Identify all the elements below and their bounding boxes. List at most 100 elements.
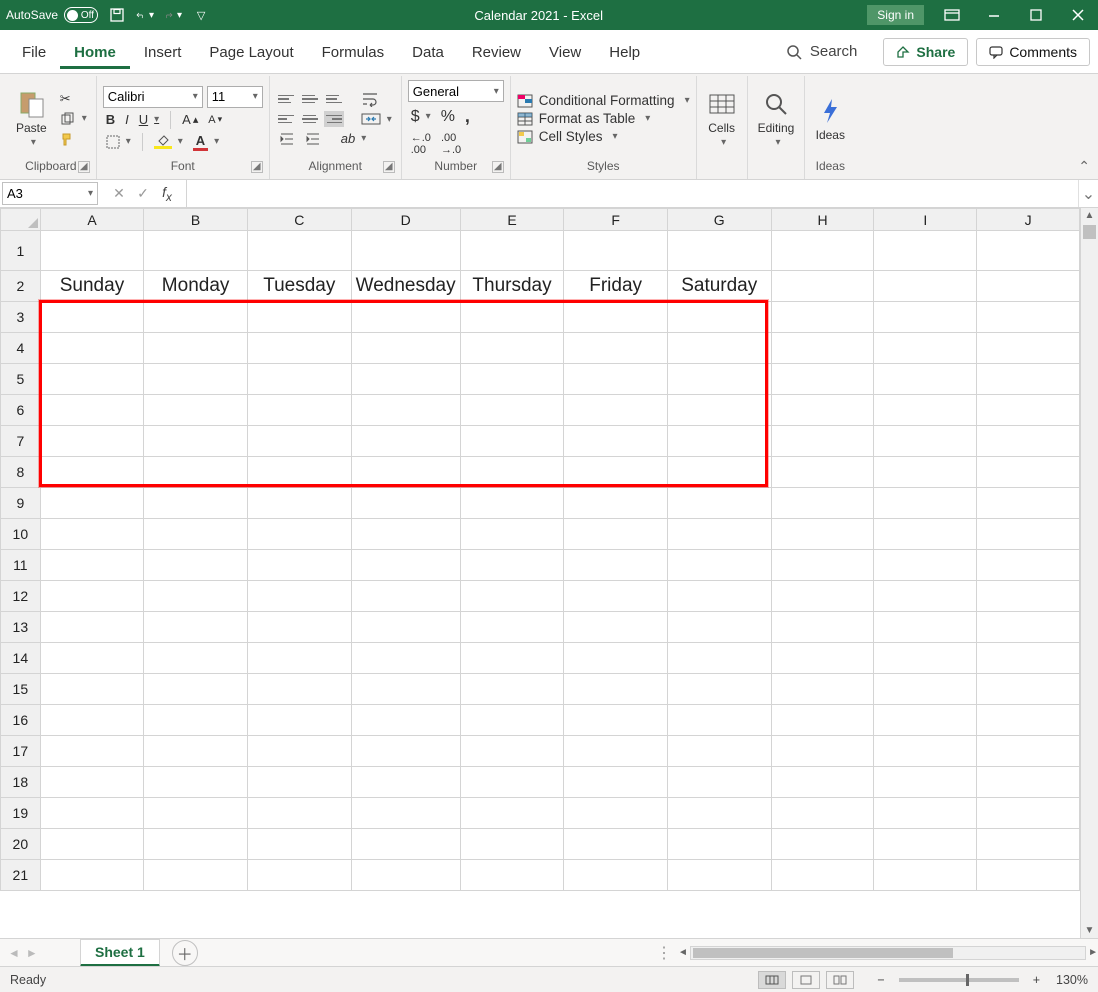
cell[interactable] [771,612,874,643]
cell[interactable] [771,271,874,302]
cell[interactable] [977,488,1080,519]
cell[interactable] [874,271,977,302]
cell[interactable] [351,829,460,860]
copy-button[interactable]: ▾ [57,111,90,127]
sign-in-button[interactable]: Sign in [867,5,924,25]
cell[interactable] [977,674,1080,705]
column-header[interactable]: B [144,209,248,231]
cell[interactable] [564,860,667,891]
cell[interactable] [564,581,667,612]
cell[interactable] [144,829,248,860]
cell[interactable] [460,860,564,891]
cell[interactable] [771,860,874,891]
cell[interactable] [564,643,667,674]
cell[interactable] [351,231,460,271]
cell[interactable] [874,643,977,674]
cell[interactable] [564,395,667,426]
format-painter-button[interactable] [57,130,90,148]
merge-center-button[interactable]: ▾ [358,111,395,127]
cell[interactable] [351,457,460,488]
cell[interactable] [144,674,248,705]
cell[interactable] [144,231,248,271]
cell[interactable] [771,767,874,798]
worksheet-grid[interactable]: ABCDEFGHIJ12SundayMondayTuesdayWednesday… [0,208,1080,891]
cell[interactable] [144,550,248,581]
cell[interactable] [977,364,1080,395]
cell[interactable] [40,231,144,271]
cell[interactable] [247,581,351,612]
row-header[interactable]: 1 [1,231,41,271]
cell[interactable] [40,829,144,860]
cell[interactable] [247,829,351,860]
row-header[interactable]: 16 [1,705,41,736]
cell[interactable] [460,302,564,333]
cell[interactable] [874,488,977,519]
increase-indent-button[interactable] [302,131,324,147]
cell[interactable] [667,829,771,860]
cell[interactable] [144,302,248,333]
collapse-ribbon-icon[interactable]: ⌃ [1078,158,1090,175]
cell[interactable] [771,643,874,674]
cell[interactable] [564,457,667,488]
cell[interactable] [667,767,771,798]
cell[interactable] [247,860,351,891]
percent-format-button[interactable]: % [438,107,458,127]
autosave-switch[interactable]: Off [64,7,98,23]
cell[interactable] [874,364,977,395]
cell[interactable] [977,302,1080,333]
cell[interactable] [564,488,667,519]
cell[interactable] [977,581,1080,612]
cell[interactable] [247,767,351,798]
cell[interactable] [40,488,144,519]
cell[interactable] [771,829,874,860]
cell[interactable] [460,705,564,736]
column-header[interactable]: G [667,209,771,231]
row-header[interactable]: 12 [1,581,41,612]
cell[interactable] [977,231,1080,271]
cell[interactable] [460,736,564,767]
row-header[interactable]: 5 [1,364,41,395]
cell[interactable]: Sunday [40,271,144,302]
cell[interactable] [144,705,248,736]
cell[interactable] [247,643,351,674]
vertical-scrollbar[interactable]: ▲ ▼ [1080,208,1098,938]
cell[interactable] [874,612,977,643]
cell[interactable] [771,457,874,488]
share-button[interactable]: Share [883,38,968,66]
accounting-format-button[interactable]: $▾ [408,107,434,127]
tab-formulas[interactable]: Formulas [308,34,399,69]
column-header[interactable]: E [460,209,564,231]
cell[interactable] [40,705,144,736]
name-box[interactable]: A3▾ [2,182,98,205]
cell[interactable] [40,333,144,364]
cell[interactable] [40,736,144,767]
align-bottom-button[interactable] [324,91,344,107]
cell-styles-button[interactable]: Cell Styles▾ [517,129,690,144]
cells-button[interactable]: Cells▾ [703,87,741,150]
row-header[interactable]: 6 [1,395,41,426]
cell[interactable] [460,333,564,364]
cell[interactable] [564,333,667,364]
cell[interactable] [460,364,564,395]
cell[interactable] [247,550,351,581]
cut-button[interactable]: ✂ [57,90,90,108]
row-header[interactable]: 3 [1,302,41,333]
cell[interactable] [874,333,977,364]
cell[interactable]: Monday [144,271,248,302]
tab-help[interactable]: Help [595,34,654,69]
increase-font-button[interactable]: A▴ [179,111,201,128]
row-header[interactable]: 21 [1,860,41,891]
cell[interactable] [351,643,460,674]
cell[interactable] [247,519,351,550]
cell[interactable] [667,705,771,736]
cell[interactable] [460,643,564,674]
page-layout-view-button[interactable] [792,971,820,989]
cell[interactable] [351,426,460,457]
qat-customize-icon[interactable]: ▽ [192,6,210,24]
row-header[interactable]: 9 [1,488,41,519]
cell[interactable] [144,860,248,891]
dialog-launcher-icon[interactable]: ◢ [251,161,263,173]
tab-review[interactable]: Review [458,34,535,69]
normal-view-button[interactable] [758,971,786,989]
cell[interactable] [40,798,144,829]
